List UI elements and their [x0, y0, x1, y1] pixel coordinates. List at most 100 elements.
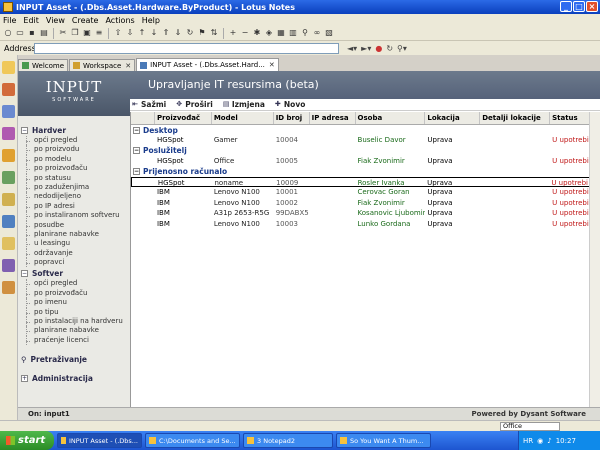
arrow-down-icon[interactable]: ↓ — [149, 28, 159, 38]
nav-item[interactable]: održavanje — [18, 248, 130, 259]
tab-workspace[interactable]: Workspace ✕ — [69, 59, 136, 71]
nav-item[interactable]: opći pregled — [18, 136, 130, 146]
todo-icon[interactable] — [2, 127, 15, 140]
nav-item[interactable]: po instalaciji na hardveru — [18, 317, 130, 327]
links-icon[interactable] — [2, 259, 15, 272]
cut-icon[interactable]: ✂ — [58, 28, 68, 38]
diamond-icon[interactable]: ◈ — [264, 28, 274, 38]
nav-item[interactable]: popravci — [18, 258, 130, 268]
table-row[interactable]: IBM Lenovo N100 10001 Cerovac Goran Uprava U … — [131, 187, 600, 197]
menu-view[interactable]: View — [46, 16, 65, 25]
search-icon[interactable]: ⚲ — [300, 28, 310, 38]
column-header-cell[interactable]: IP adresa — [310, 112, 356, 124]
column-header-cell[interactable]: Detalji lokacije — [480, 112, 551, 124]
nav-item[interactable]: praćenje licenci — [18, 335, 130, 346]
expand-button[interactable]: ✥ Proširi — [176, 100, 213, 109]
maximize-button[interactable]: □ — [573, 1, 585, 12]
arrow-up-icon[interactable]: ⇧ — [113, 28, 123, 38]
close-icon[interactable]: ✕ — [125, 62, 131, 70]
nav-item[interactable]: po proizvođaču — [18, 288, 130, 299]
location-selector[interactable]: Office — [500, 422, 560, 431]
new-button[interactable]: ✚ Novo — [275, 100, 305, 109]
format-icon[interactable]: ≡ — [94, 28, 104, 38]
open-icon[interactable]: ▭ — [15, 28, 25, 38]
nav-item[interactable]: po proizvodu — [18, 145, 130, 155]
collapse-button[interactable]: ⇤ Sažmi — [132, 100, 166, 109]
menu-create[interactable]: Create — [72, 16, 99, 25]
web-icon[interactable] — [2, 281, 15, 294]
menu-edit[interactable]: Edit — [23, 16, 39, 25]
nav-section-pretrazivanje[interactable]: ⚲ Pretraživanje — [18, 353, 130, 365]
nav-item[interactable]: po zaduženjima — [18, 182, 130, 193]
nav-item[interactable]: posudbe — [18, 220, 130, 230]
back-icon[interactable]: ◄▾ — [347, 44, 357, 53]
nav-item[interactable]: po modelu — [18, 154, 130, 165]
save-icon[interactable]: ▪ — [27, 28, 37, 38]
table-row[interactable]: HGSpot Gamer 10004 Buselic Davor Uprava U upo… — [131, 135, 600, 145]
collapse-icon[interactable]: − — [21, 269, 28, 277]
arrow-up-icon[interactable]: ⇑ — [161, 28, 171, 38]
arrow-down-icon[interactable]: ⇓ — [173, 28, 183, 38]
column-header-cell[interactable]: Model — [212, 112, 274, 124]
circle-icon[interactable]: ○ — [3, 28, 13, 38]
category-row[interactable]: − Poslužitelj — [131, 146, 600, 156]
nav-item[interactable]: planirane nabavke — [18, 229, 130, 240]
nav-item[interactable]: nedodijeljeno — [18, 192, 130, 202]
calendar-icon[interactable]: ▦ — [276, 28, 286, 38]
nav-item[interactable]: po IP adresi — [18, 201, 130, 212]
expand-icon[interactable]: + — [21, 374, 28, 382]
calendar-icon[interactable] — [2, 83, 15, 96]
close-icon[interactable]: ✕ — [269, 61, 275, 69]
nav-section-administracija[interactable]: + Administracija — [18, 372, 130, 384]
close-button[interactable]: × — [586, 1, 598, 12]
table-row[interactable]: IBM Lenovo N100 10002 Fiak Zvonimir Uprava U … — [131, 198, 600, 208]
collapse-icon[interactable]: − — [133, 126, 140, 134]
menu-file[interactable]: File — [3, 16, 16, 25]
arrow-down-icon[interactable]: ⇩ — [125, 28, 135, 38]
edit-button[interactable]: ▤ Izmjena — [223, 100, 265, 109]
history-icon[interactable] — [2, 215, 15, 228]
properties-icon[interactable]: ▧ — [324, 28, 334, 38]
taskbar-button[interactable]: INPUT Asset - (.Dbs... — [57, 433, 142, 448]
favorites-icon[interactable] — [2, 171, 15, 184]
nav-item[interactable]: po tipu — [18, 307, 130, 318]
sort-icon[interactable]: ⇅ — [209, 28, 219, 38]
nav-item[interactable]: po proizvođaču — [18, 164, 130, 174]
forward-icon[interactable]: ►▾ — [361, 44, 371, 53]
column-header-cell[interactable]: Proizvođač — [155, 112, 212, 124]
collapse-icon[interactable]: − — [133, 147, 140, 155]
refresh-icon[interactable]: ↻ — [386, 44, 393, 53]
column-header-cell[interactable]: ID broj — [274, 112, 310, 124]
category-row[interactable]: − Prijenosno računalo — [131, 167, 600, 177]
refresh-icon[interactable]: ↻ — [185, 28, 195, 38]
start-button[interactable]: start — [0, 431, 54, 450]
taskbar-button[interactable]: C:\Documents and Se... — [145, 433, 240, 448]
nav-section-softver[interactable]: − Softver — [18, 267, 130, 279]
column-header-cell[interactable]: Osoba — [356, 112, 426, 124]
paste-icon[interactable]: ▣ — [82, 28, 92, 38]
address-input[interactable] — [34, 42, 339, 54]
minus-icon[interactable]: − — [240, 28, 250, 38]
taskbar-button[interactable]: So You Want A Thum... — [336, 433, 431, 448]
nav-section-hardver[interactable]: − Hardver — [18, 124, 130, 136]
nav-item[interactable]: opći pregled — [18, 279, 130, 289]
bookmark-icon[interactable]: ⚑ — [197, 28, 207, 38]
chart-icon[interactable]: ▥ — [288, 28, 298, 38]
collapse-icon[interactable]: − — [21, 126, 28, 134]
search-icon[interactable]: ⚲▾ — [397, 44, 407, 53]
folder-icon[interactable] — [2, 237, 15, 250]
table-row[interactable]: HGSpot noname 10009 Rosler Ivanka Uprava U up… — [131, 176, 600, 188]
nav-item[interactable]: po imenu — [18, 298, 130, 308]
plus-icon[interactable]: + — [228, 28, 238, 38]
vertical-scrollbar[interactable] — [589, 112, 600, 407]
tray-icon[interactable]: ◉ — [537, 437, 543, 445]
table-row[interactable]: IBM Lenovo N100 10003 Lunko Gordana Uprava U … — [131, 219, 600, 229]
arrow-up-icon[interactable]: ↑ — [137, 28, 147, 38]
tab-welcome[interactable]: Welcome — [18, 59, 69, 71]
replicator-icon[interactable] — [2, 149, 15, 162]
contacts-icon[interactable] — [2, 105, 15, 118]
taskbar-button[interactable]: 3 Notepad2 — [243, 433, 333, 448]
star-icon[interactable]: ✱ — [252, 28, 262, 38]
copy-icon[interactable]: ❐ — [70, 28, 80, 38]
language-indicator[interactable]: HR — [523, 437, 533, 445]
